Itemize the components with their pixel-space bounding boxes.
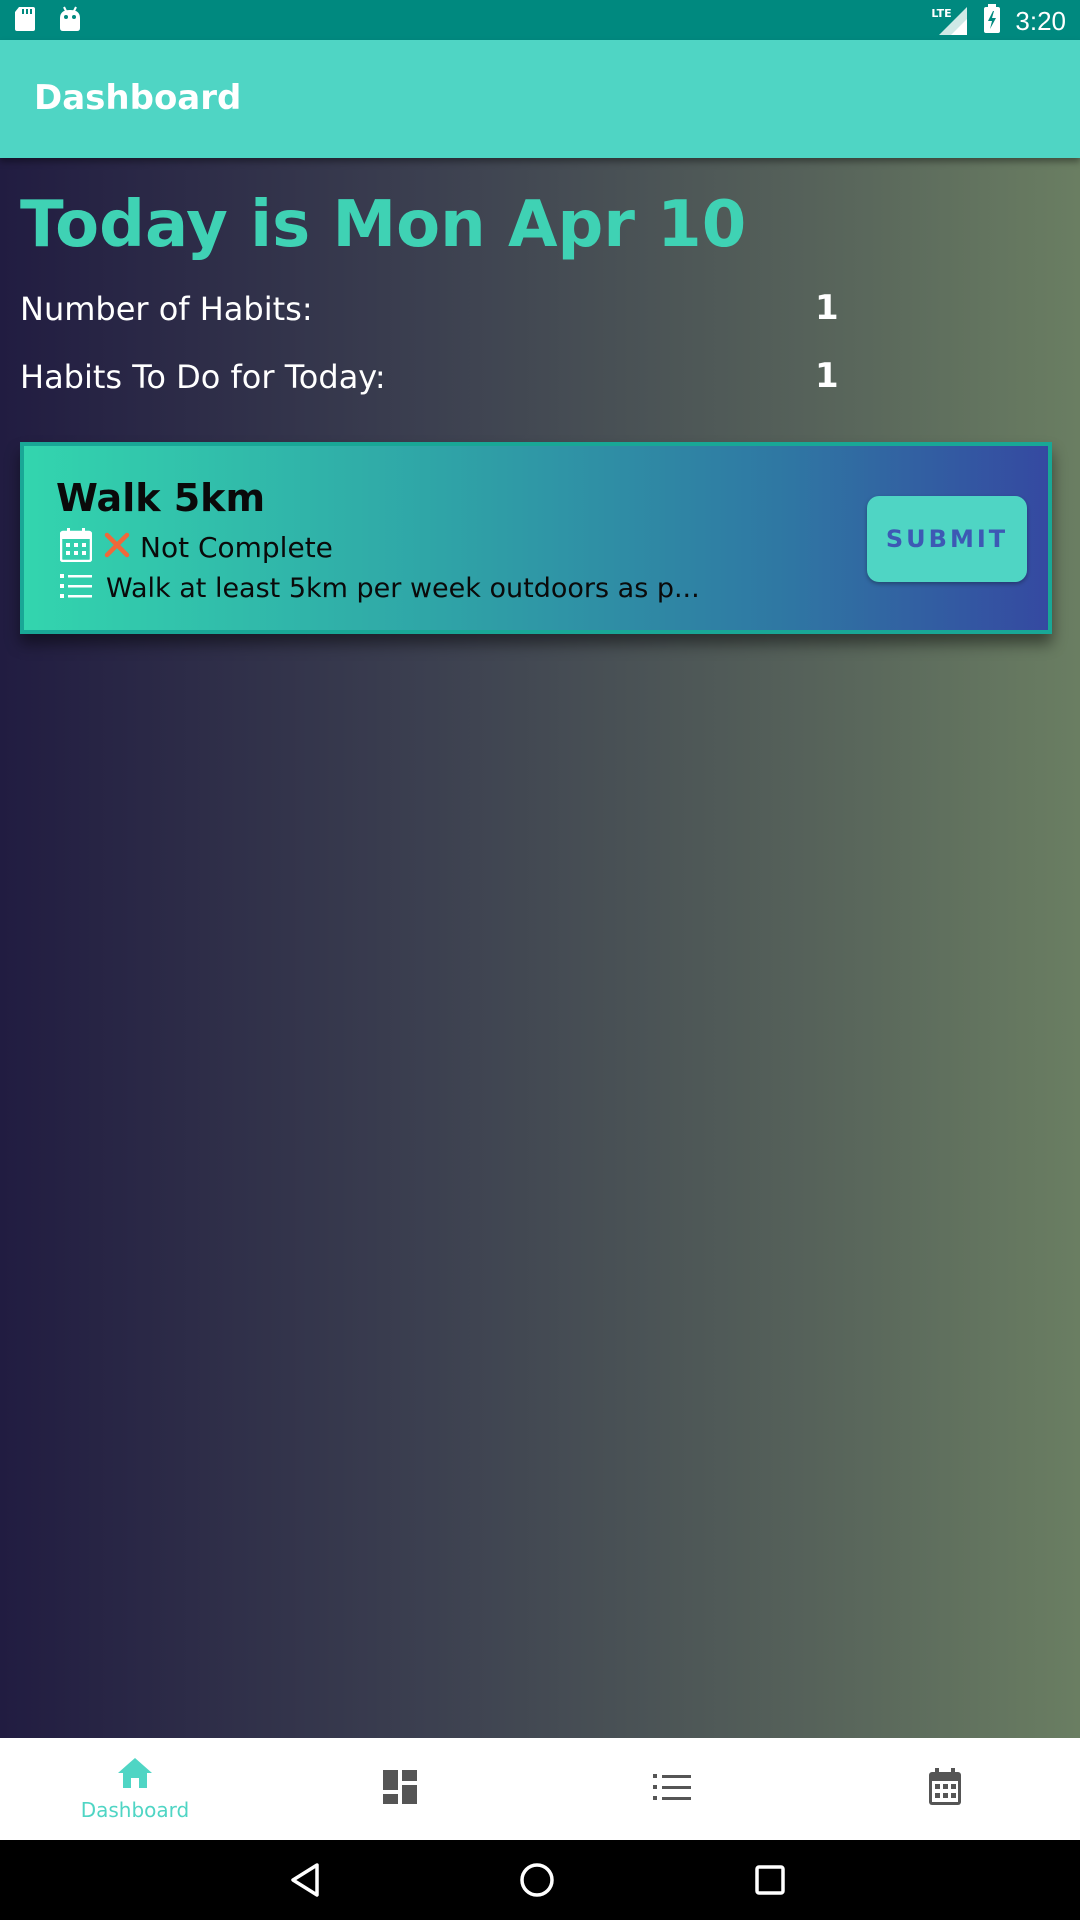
nav-label-dashboard: Dashboard xyxy=(80,1798,190,1822)
habit-description-row: Walk at least 5km per week outdoors as p… xyxy=(60,572,700,604)
habit-card[interactable]: Walk 5km Not Complete Walk at least 5km … xyxy=(20,442,1052,634)
habit-status: Not Complete xyxy=(140,530,333,564)
nav-item-habit-list[interactable] xyxy=(537,1738,807,1840)
recents-icon[interactable] xyxy=(750,1860,790,1900)
status-bar: LTE 3:20 xyxy=(0,0,1080,40)
habits-today-value: 1 xyxy=(815,356,839,396)
home-circle-icon[interactable] xyxy=(517,1860,557,1900)
system-navigation-bar xyxy=(0,1840,1080,1920)
list-icon xyxy=(60,572,92,604)
dashboard-content[interactable]: Today is Mon Apr 10 Number of Habits: 1 … xyxy=(0,158,1080,1738)
habits-count-value: 1 xyxy=(815,288,839,328)
calendar-icon xyxy=(928,1768,962,1810)
app-bar-title: Dashboard xyxy=(34,78,242,118)
close-icon xyxy=(104,532,130,562)
network-type-label: LTE xyxy=(931,7,952,20)
habit-status-row: Not Complete xyxy=(59,528,333,566)
back-icon[interactable] xyxy=(285,1860,325,1900)
home-icon xyxy=(116,1756,154,1794)
app-bar: Dashboard xyxy=(0,40,1080,158)
status-time: 3:20 xyxy=(1015,5,1066,36)
sd-card-icon xyxy=(14,6,36,36)
submit-button[interactable]: SUBMIT xyxy=(867,496,1027,582)
bottom-navigation: Dashboard xyxy=(0,1738,1080,1840)
today-heading: Today is Mon Apr 10 xyxy=(20,188,747,262)
lte-signal-icon: LTE xyxy=(931,5,969,37)
dashboard-grid-icon xyxy=(382,1769,418,1809)
nav-item-overview[interactable] xyxy=(265,1738,535,1840)
habits-today-label: Habits To Do for Today: xyxy=(20,358,386,396)
calendar-icon xyxy=(59,528,93,566)
habits-count-label: Number of Habits: xyxy=(20,290,313,328)
nav-item-dashboard[interactable]: Dashboard xyxy=(0,1738,270,1840)
android-icon xyxy=(58,6,82,36)
list-icon xyxy=(653,1772,691,1806)
habit-name: Walk 5km xyxy=(56,476,266,520)
nav-item-calendar[interactable] xyxy=(810,1738,1080,1840)
habit-description: Walk at least 5km per week outdoors as p… xyxy=(106,572,700,604)
battery-charging-icon xyxy=(983,4,1001,38)
